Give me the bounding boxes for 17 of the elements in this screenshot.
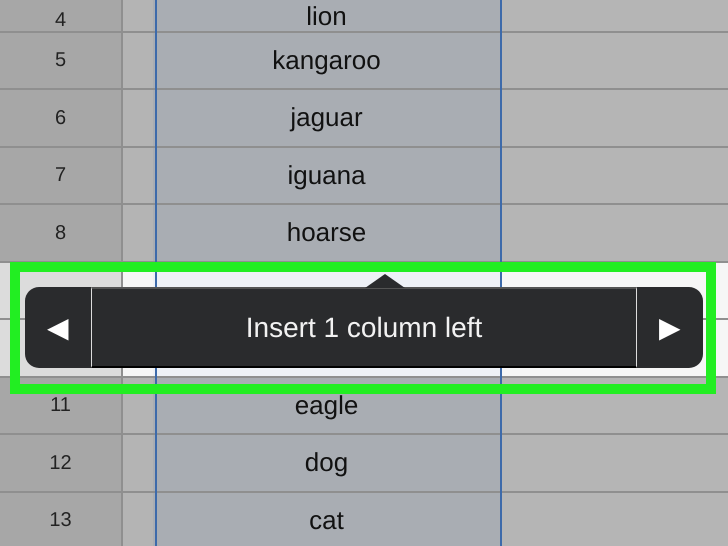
table-cell[interactable]: jaguar — [153, 90, 500, 146]
row-header: 8 — [0, 205, 123, 260]
table-cell[interactable]: lion — [153, 0, 500, 30]
row-header: 7 — [0, 148, 123, 203]
table-cell[interactable]: hoarse — [153, 205, 500, 260]
row-header: 13 — [0, 492, 123, 546]
table-cell[interactable]: dog — [153, 435, 500, 490]
row-header: 12 — [0, 435, 123, 490]
row-header: 4 — [0, 0, 123, 30]
previous-button[interactable]: ◀ — [25, 287, 91, 368]
next-button[interactable]: ▶ — [637, 287, 703, 368]
row-header: 5 — [0, 32, 123, 88]
row-header: 6 — [0, 90, 123, 146]
insert-column-button[interactable]: Insert 1 column left — [91, 287, 637, 368]
table-cell[interactable]: kangaroo — [153, 32, 500, 88]
table-cell[interactable]: iguana — [153, 148, 500, 203]
table-cell[interactable]: cat — [153, 492, 500, 546]
